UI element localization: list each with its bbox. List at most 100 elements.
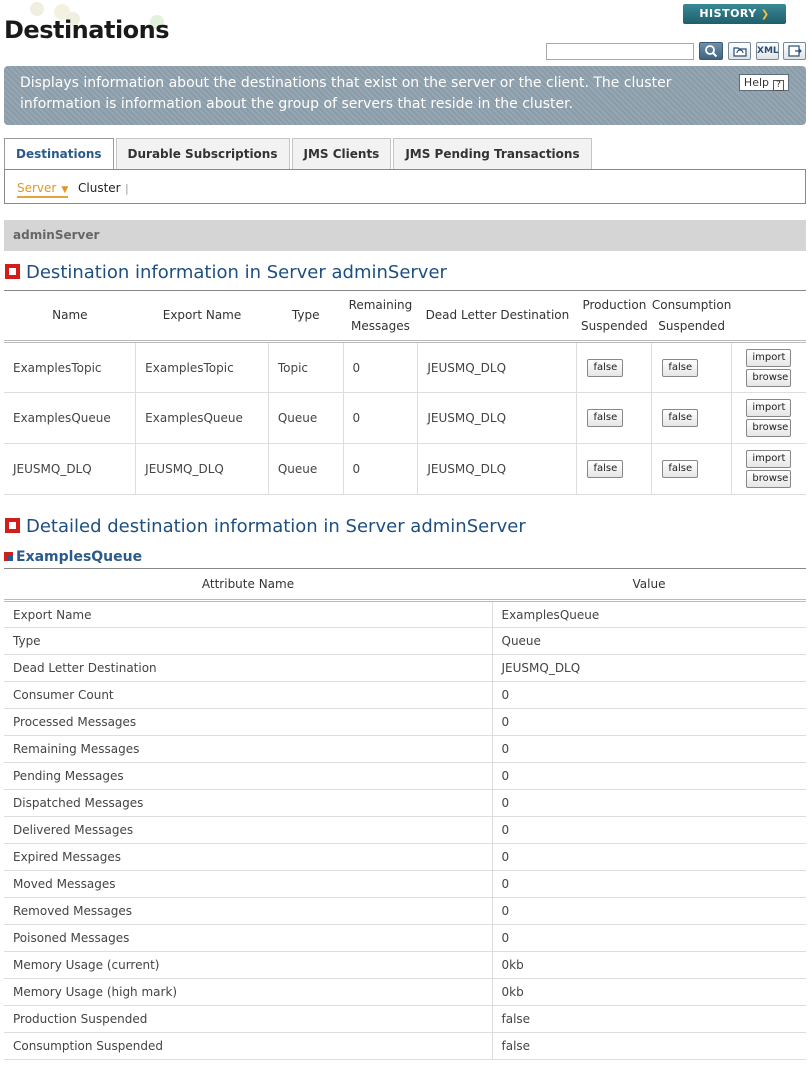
cell-dlq: JEUSMQ_DLQ: [417, 443, 578, 495]
table-row: Type Queue: [4, 627, 806, 655]
browse-button[interactable]: browse: [746, 368, 792, 387]
refresh-button[interactable]: [728, 42, 751, 60]
table-row: JEUSMQ_DLQ JEUSMQ_DLQ Queue 0 JEUSMQ_DLQ…: [4, 443, 806, 495]
cell-attribute: Remaining Messages: [4, 735, 493, 763]
browse-button[interactable]: browse: [746, 470, 792, 488]
table-row: Dead Letter Destination JEUSMQ_DLQ: [4, 654, 806, 682]
table-row: Moved Messages 0: [4, 870, 806, 898]
col-cons-l1: Consumption: [651, 297, 732, 312]
history-label: HISTORY: [699, 7, 757, 20]
search-input[interactable]: [546, 43, 694, 60]
cell-attribute: Memory Usage (current): [4, 951, 493, 979]
table-row: Processed Messages 0: [4, 708, 806, 736]
help-button[interactable]: Help?: [738, 74, 789, 91]
table-row: ExamplesTopic ExamplesTopic Topic 0 JEUS…: [4, 341, 806, 393]
server-name-bar: adminServer: [4, 220, 806, 251]
cell-name: ExamplesQueue: [4, 392, 137, 444]
info-banner: Displays information about the destinati…: [4, 66, 806, 125]
export-button[interactable]: [783, 42, 806, 60]
table-row: Export Name ExamplesQueue: [4, 600, 806, 628]
xml-export-button[interactable]: XML: [756, 42, 779, 60]
production-suspended-toggle[interactable]: false: [587, 460, 624, 478]
cell-dlq: JEUSMQ_DLQ: [417, 341, 578, 393]
col-remaining-l2: Messages: [351, 318, 410, 333]
help-label: Help: [743, 76, 769, 89]
cell-attribute: Moved Messages: [4, 870, 493, 898]
section-title-destinations: Destination information in Server adminS…: [5, 262, 447, 283]
section-title-text: Destination information in Server adminS…: [26, 262, 447, 283]
consumption-suspended-toggle[interactable]: false: [662, 358, 699, 377]
table-row: Dispatched Messages 0: [4, 789, 806, 817]
question-icon: ?: [773, 80, 784, 91]
history-button[interactable]: HISTORY ❯: [683, 4, 786, 24]
col-actions: [731, 290, 806, 343]
browse-button[interactable]: browse: [746, 419, 792, 437]
cell-remaining: 0: [343, 443, 419, 495]
search-button[interactable]: [699, 42, 723, 60]
caret-down-icon: ▼: [61, 185, 69, 195]
chevron-down-icon: ❯: [760, 9, 770, 20]
cell-attribute: Dead Letter Destination: [4, 654, 493, 682]
table-row: Delivered Messages 0: [4, 816, 806, 844]
tab-destinations[interactable]: Destinations: [4, 138, 114, 170]
export-icon: [787, 45, 802, 57]
col-type: Type: [268, 290, 344, 343]
col-attribute-name: Attribute Name: [4, 568, 492, 602]
cell-type: Queue: [268, 392, 344, 444]
section-title-text: Detailed destination information in Serv…: [26, 516, 526, 537]
cell-attribute: Type: [4, 627, 493, 655]
import-button[interactable]: import: [746, 399, 792, 417]
page-title: Destinations: [4, 16, 170, 44]
section-bullet-icon: [5, 264, 20, 279]
table-row: Production Suspended false: [4, 1005, 806, 1033]
cell-attribute: Poisoned Messages: [4, 924, 493, 952]
cell-production: false: [576, 341, 653, 393]
cell-value: 0: [492, 681, 806, 709]
tab-durable-subscriptions[interactable]: Durable Subscriptions: [115, 138, 290, 169]
cell-production: false: [576, 443, 653, 495]
cell-attribute: Memory Usage (high mark): [4, 978, 493, 1006]
cell-attribute: Delivered Messages: [4, 816, 493, 844]
subtab-server[interactable]: Server ▼: [17, 181, 69, 198]
cell-actions: import browse: [731, 443, 806, 495]
cell-attribute: Consumer Count: [4, 681, 493, 709]
subtab-cluster[interactable]: Cluster: [78, 181, 121, 195]
cell-value: JEUSMQ_DLQ: [492, 654, 806, 682]
cell-value: 0: [492, 735, 806, 763]
cell-attribute: Processed Messages: [4, 708, 493, 736]
section-title-details: Detailed destination information in Serv…: [5, 516, 526, 537]
divider: |: [125, 182, 129, 195]
cell-remaining: 0: [343, 392, 419, 444]
tab-jms-pending-transactions[interactable]: JMS Pending Transactions: [393, 138, 592, 169]
cell-value: 0: [492, 789, 806, 817]
import-button[interactable]: import: [746, 450, 792, 468]
cell-value: ExamplesQueue: [492, 600, 806, 628]
col-prod-l2: Suspended: [581, 318, 648, 333]
production-suspended-toggle[interactable]: false: [587, 358, 624, 377]
cell-consumption: false: [651, 392, 732, 444]
destinations-table: Name Export Name Type Remaining Messages …: [4, 290, 806, 495]
cell-value: 0: [492, 870, 806, 898]
import-button[interactable]: import: [746, 348, 792, 367]
consumption-suspended-toggle[interactable]: false: [662, 409, 699, 427]
cell-export-name: ExamplesTopic: [135, 341, 269, 393]
tab-jms-clients[interactable]: JMS Clients: [291, 138, 392, 169]
col-consumption: Consumption Suspended: [651, 290, 732, 343]
table-header-row: Name Export Name Type Remaining Messages …: [4, 290, 806, 343]
col-prod-l1: Production: [582, 297, 647, 312]
cell-attribute: Production Suspended: [4, 1005, 493, 1033]
cell-attribute: Removed Messages: [4, 897, 493, 925]
col-remaining-l1: Remaining: [348, 297, 413, 312]
table-row: Consumer Count 0: [4, 681, 806, 709]
cell-value: false: [492, 1032, 806, 1060]
cell-attribute: Dispatched Messages: [4, 789, 493, 817]
cell-actions: import browse: [731, 341, 806, 393]
attributes-table: Attribute Name Value Export Name Examples…: [4, 568, 806, 1060]
table-header-row: Attribute Name Value: [4, 568, 806, 602]
cell-value: 0: [492, 843, 806, 871]
cell-attribute: Pending Messages: [4, 762, 493, 790]
cell-dlq: JEUSMQ_DLQ: [417, 392, 578, 444]
production-suspended-toggle[interactable]: false: [587, 409, 624, 427]
consumption-suspended-toggle[interactable]: false: [662, 460, 699, 478]
cell-value: false: [492, 1005, 806, 1033]
